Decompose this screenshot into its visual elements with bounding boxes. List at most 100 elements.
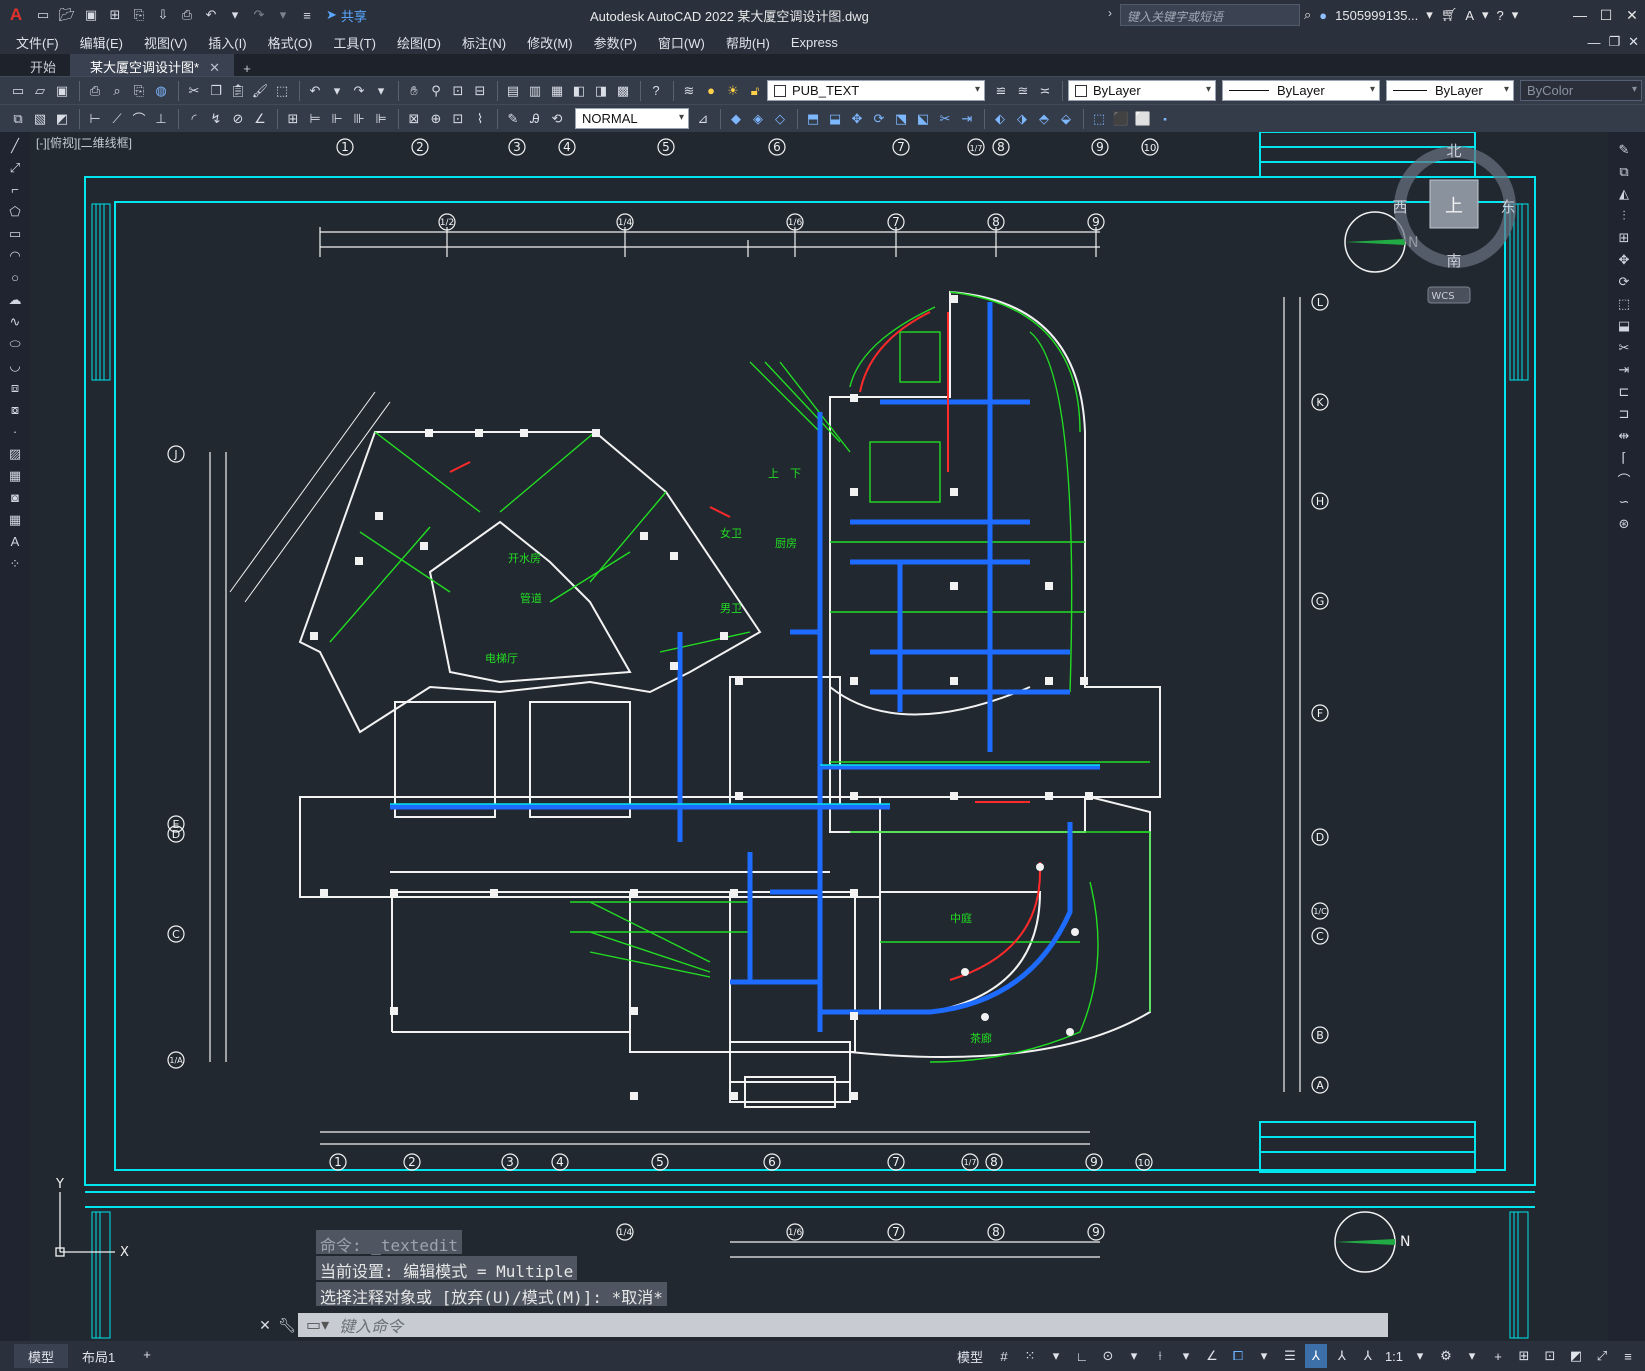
print-icon[interactable]: ⎙ <box>85 81 105 101</box>
customize-command-icon[interactable]: 🔧︎ <box>276 1317 298 1334</box>
move-right-icon[interactable]: ✥ <box>1614 250 1634 269</box>
properties-icon[interactable]: ▤ <box>503 81 523 101</box>
doc-restore-icon[interactable]: ❐ <box>1608 34 1620 50</box>
add-layout-icon[interactable]: + <box>129 1344 165 1368</box>
break-point-icon[interactable]: ⊏ <box>1614 382 1634 401</box>
drawing-canvas[interactable]: [-][俯视][二维线框] 1 2 3 4 5 6 7 1/7 8 9 10 1… <box>30 132 1608 1341</box>
layer-on-icon[interactable]: ● <box>701 81 721 101</box>
fullscreen-icon[interactable]: ⤢ <box>1591 1344 1613 1368</box>
viewcube-top[interactable]: 上 <box>1445 196 1463 217</box>
blend-right-icon[interactable]: ∽ <box>1614 492 1634 511</box>
revcloud-icon[interactable]: ☁ <box>5 290 25 309</box>
hatch-icon[interactable]: ▨ <box>5 444 25 463</box>
viewcube-north[interactable]: 北 <box>1446 142 1461 160</box>
trim-right-icon[interactable]: ✂ <box>1614 338 1634 357</box>
tool-palettes-icon[interactable]: ▦ <box>547 81 567 101</box>
app-dropdown-icon[interactable]: ▾ <box>1482 7 1489 23</box>
mirror-right-icon[interactable]: ◭ <box>1614 184 1634 203</box>
search-expand-icon[interactable]: › <box>1108 6 1112 20</box>
chamfer-right-icon[interactable]: ⌈ <box>1614 448 1634 467</box>
isolate-icon[interactable]: ◩ <box>1565 1344 1587 1368</box>
dim-baseline-icon[interactable]: ⊨ <box>305 109 325 129</box>
menu-draw[interactable]: 绘图(D) <box>397 33 441 52</box>
wipeout-icon[interactable]: ◩ <box>52 109 72 129</box>
menu-window[interactable]: 窗口(W) <box>658 33 705 52</box>
blend-icon[interactable]: ⬛ <box>1111 109 1131 129</box>
line-icon[interactable]: ╱ <box>5 136 25 155</box>
dim-linear-icon[interactable]: ⊢ <box>85 109 105 129</box>
save-icon[interactable]: ▣ <box>80 4 102 26</box>
wcs-label[interactable]: WCS <box>1431 291 1454 302</box>
layer-dropdown[interactable]: PUB_TEXT ▾ <box>767 80 985 101</box>
annotation-visibility-icon[interactable]: ⅄ <box>1305 1344 1327 1368</box>
dim-arc-icon[interactable]: ⌒ <box>129 109 149 129</box>
copy-right-icon[interactable]: ⧉ <box>1614 162 1634 181</box>
share-button[interactable]: ➤ 共享 <box>326 6 367 25</box>
trim-icon[interactable]: ✂ <box>935 109 955 129</box>
lineweight-icon[interactable]: ☰ <box>1279 1344 1301 1368</box>
region-icon[interactable]: ⬝ <box>1155 109 1175 129</box>
move-icon[interactable]: ✥ <box>847 109 867 129</box>
spline-icon[interactable]: ∿ <box>5 312 25 331</box>
linetype-dropdown[interactable]: ByLayer ▾ <box>1222 80 1380 101</box>
plot-icon[interactable]: ⎙ <box>176 4 198 26</box>
workspace-gear-icon[interactable]: ⚙ <box>1435 1344 1457 1368</box>
osnap-dropdown-icon[interactable]: ▾ <box>1253 1344 1275 1368</box>
insert-block-icon[interactable]: ⧈ <box>5 378 25 397</box>
menu-tools[interactable]: 工具(T) <box>333 33 376 52</box>
center-mark-icon[interactable]: ⊕ <box>426 109 446 129</box>
zoom-previous-icon[interactable]: ⊟ <box>470 81 490 101</box>
paste-icon[interactable]: 📋︎ <box>228 81 248 101</box>
fillet-icon[interactable]: ⬙ <box>1056 109 1076 129</box>
publish-icon[interactable]: ⎘ <box>128 4 150 26</box>
save-file-icon[interactable]: ▣ <box>52 81 72 101</box>
menu-parametric[interactable]: 参数(P) <box>594 33 637 52</box>
extend-icon[interactable]: ⇥ <box>957 109 977 129</box>
publish-toolbar-icon[interactable]: ⎘ <box>129 81 149 101</box>
dim-aligned-icon[interactable]: ⟋ <box>107 109 127 129</box>
help-toolbar-icon[interactable]: ? <box>646 81 666 101</box>
stretch-icon[interactable]: ⬕ <box>913 109 933 129</box>
design-center-icon[interactable]: ▥ <box>525 81 545 101</box>
text-mask-icon[interactable]: ▧ <box>30 109 50 129</box>
undo-toolbar-icon[interactable]: ↶ <box>305 81 325 101</box>
autodesk-app-icon[interactable]: A <box>1465 8 1474 23</box>
quick-props-icon[interactable]: ⊡ <box>1539 1344 1561 1368</box>
open-icon[interactable]: 📂︎ <box>56 4 78 26</box>
auto-scale-icon[interactable]: ⅄ <box>1331 1344 1353 1368</box>
block-editor-icon[interactable]: ⬚ <box>272 81 292 101</box>
scale-dropdown-icon[interactable]: ▾ <box>1409 1344 1431 1368</box>
qnew-icon[interactable]: ▭ <box>8 81 28 101</box>
zoom-realtime-icon[interactable]: ⚲ <box>426 81 446 101</box>
offset-right-icon[interactable]: ⫶ <box>1614 206 1634 225</box>
undo-dropdown-icon[interactable]: ▾ <box>224 4 246 26</box>
chamfer-icon[interactable]: ⬘ <box>1034 109 1054 129</box>
model-space-button[interactable]: 模型 <box>951 1344 989 1368</box>
open-web-icon[interactable]: ⇩ <box>152 4 174 26</box>
dim-ordinate-icon[interactable]: ⊥ <box>151 109 171 129</box>
quick-dim-icon[interactable]: ⊞ <box>283 109 303 129</box>
menu-dimension[interactable]: 标注(N) <box>462 33 506 52</box>
extend-right-icon[interactable]: ⇥ <box>1614 360 1634 379</box>
customize-qat-icon[interactable]: ≡ <box>296 4 318 26</box>
preview-icon[interactable]: ⌕ <box>107 81 127 101</box>
join-right-icon[interactable]: ⇹ <box>1614 426 1634 445</box>
dim-diameter-icon[interactable]: ⊘ <box>228 109 248 129</box>
array-icon[interactable]: ⬓ <box>825 109 845 129</box>
help-dropdown-icon[interactable]: ▾ <box>1512 7 1519 23</box>
ellipse-arc-icon[interactable]: ◡ <box>5 356 25 375</box>
dim-continue-icon[interactable]: ⊩ <box>327 109 347 129</box>
markup-icon[interactable]: ◨ <box>591 81 611 101</box>
array-right-icon[interactable]: ⊞ <box>1614 228 1634 247</box>
ortho-icon[interactable]: ∟ <box>1071 1344 1093 1368</box>
layer-state-icon[interactable]: ≍ <box>1035 81 1055 101</box>
tab-model[interactable]: 模型 <box>14 1344 69 1368</box>
annotation-monitor-icon[interactable]: + <box>1487 1344 1509 1368</box>
rotate-right-icon[interactable]: ⟳ <box>1614 272 1634 291</box>
doc-minimize-icon[interactable]: — <box>1587 35 1600 50</box>
undo-arrow-icon[interactable]: ▾ <box>327 81 347 101</box>
table-icon[interactable]: ▦ <box>5 510 25 529</box>
close-command-icon[interactable]: ✕ <box>254 1317 276 1334</box>
draworder-icon[interactable]: ⧉ <box>8 109 28 129</box>
close-icon[interactable]: ✕ <box>1619 0 1645 30</box>
